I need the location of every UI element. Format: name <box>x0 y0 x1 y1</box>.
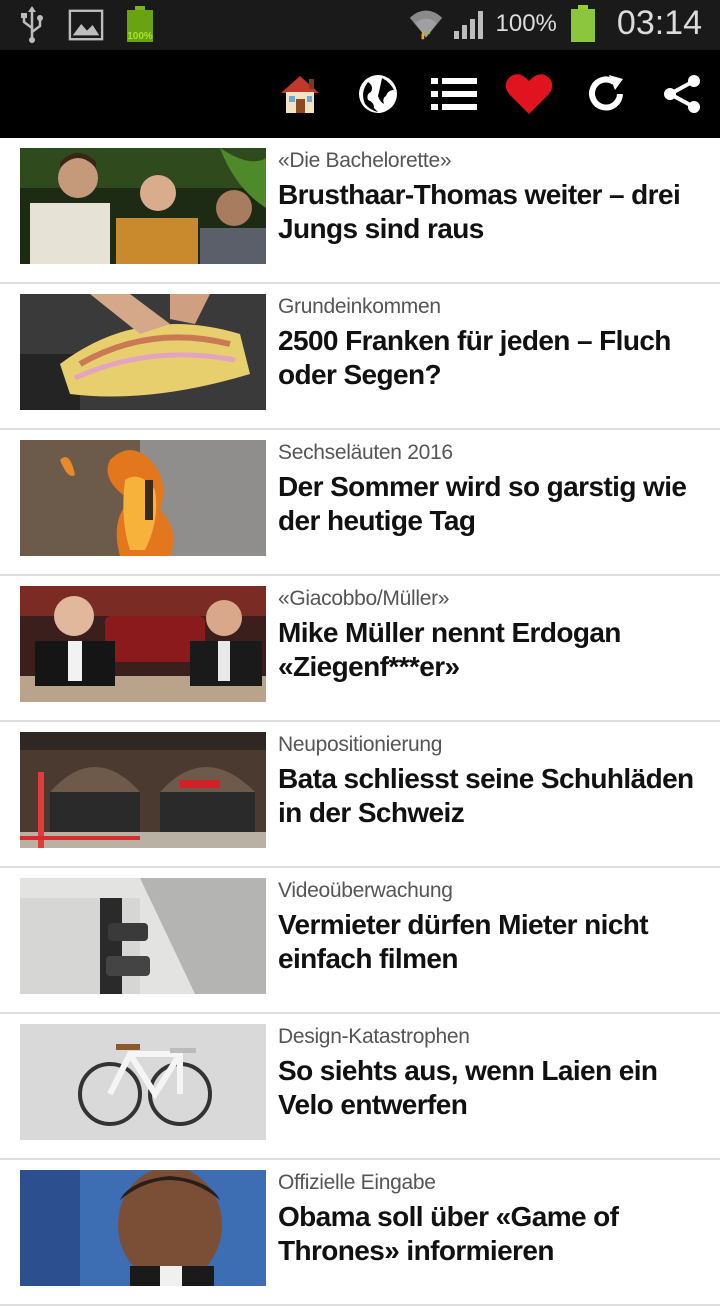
article-thumbnail <box>20 878 266 994</box>
image-icon <box>68 6 104 44</box>
clock: 03:14 <box>616 4 702 42</box>
article-headline: Brusthaar-Thomas weiter – drei Jungs sin… <box>278 179 681 244</box>
app-toolbar <box>0 50 720 138</box>
article-headline: Der Sommer wird so garstig wie der heuti… <box>278 471 687 536</box>
wifi-icon <box>408 5 444 43</box>
article-headline: Vermieter dürfen Mieter nicht einfach fi… <box>278 909 649 974</box>
list-icon[interactable] <box>428 68 480 120</box>
article-kicker: Videoüberwachung <box>278 879 453 902</box>
article-kicker: «Die Bachelorette» <box>278 149 452 172</box>
article-item[interactable]: «Die Bachelorette» Brusthaar-Thomas weit… <box>0 138 720 284</box>
battery-full-icon: 100% <box>122 6 158 44</box>
article-kicker: Offizielle Eingabe <box>278 1171 436 1194</box>
refresh-icon[interactable] <box>580 68 632 120</box>
home-icon[interactable] <box>274 68 326 120</box>
usb-icon <box>14 6 50 44</box>
globe-icon[interactable] <box>352 68 404 120</box>
article-kicker: Neupositionierung <box>278 733 443 756</box>
article-item[interactable]: Design-Katastrophen So siehts aus, wenn … <box>0 1014 720 1160</box>
article-kicker: Design-Katastrophen <box>278 1025 470 1048</box>
article-thumbnail <box>20 586 266 702</box>
signal-icon <box>452 5 488 43</box>
article-headline: 2500 Franken für jeden – Fluch oder Sege… <box>278 325 671 390</box>
article-headline: So siehts aus, wenn Laien ein Velo entwe… <box>278 1055 658 1120</box>
status-bar: 100% 100% 03:14 <box>0 0 720 50</box>
article-thumbnail <box>20 1170 266 1286</box>
article-item[interactable]: Neupositionierung Bata schliesst seine S… <box>0 722 720 868</box>
article-item[interactable]: «Giacobbo/Müller» Mike Müller nennt Erdo… <box>0 576 720 722</box>
article-item[interactable]: Grundeinkommen 2500 Franken für jeden – … <box>0 284 720 430</box>
article-item[interactable]: Sechseläuten 2016 Der Sommer wird so gar… <box>0 430 720 576</box>
battery-small-label: 100% <box>127 31 153 42</box>
article-thumbnail <box>20 732 266 848</box>
article-thumbnail <box>20 294 266 410</box>
article-item[interactable]: Videoüberwachung Vermieter dürfen Mieter… <box>0 868 720 1014</box>
article-kicker: Grundeinkommen <box>278 295 441 318</box>
article-kicker: «Giacobbo/Müller» <box>278 587 450 610</box>
article-headline: Obama soll über «Game of Thrones» inform… <box>278 1201 619 1266</box>
battery-icon <box>565 4 601 43</box>
battery-percent: 100% <box>495 9 557 37</box>
article-thumbnail <box>20 440 266 556</box>
share-icon[interactable] <box>656 68 708 120</box>
article-list: «Die Bachelorette» Brusthaar-Thomas weit… <box>0 138 720 1306</box>
article-thumbnail <box>20 1024 266 1140</box>
article-kicker: Sechseläuten 2016 <box>278 441 453 464</box>
article-thumbnail <box>20 148 266 264</box>
article-item[interactable]: Offizielle Eingabe Obama soll über «Game… <box>0 1160 720 1306</box>
article-headline: Mike Müller nennt Erdogan «Ziegenf***er» <box>278 617 621 682</box>
article-headline: Bata schliesst seine Schuhläden in der S… <box>278 763 694 828</box>
heart-icon[interactable] <box>503 68 555 120</box>
